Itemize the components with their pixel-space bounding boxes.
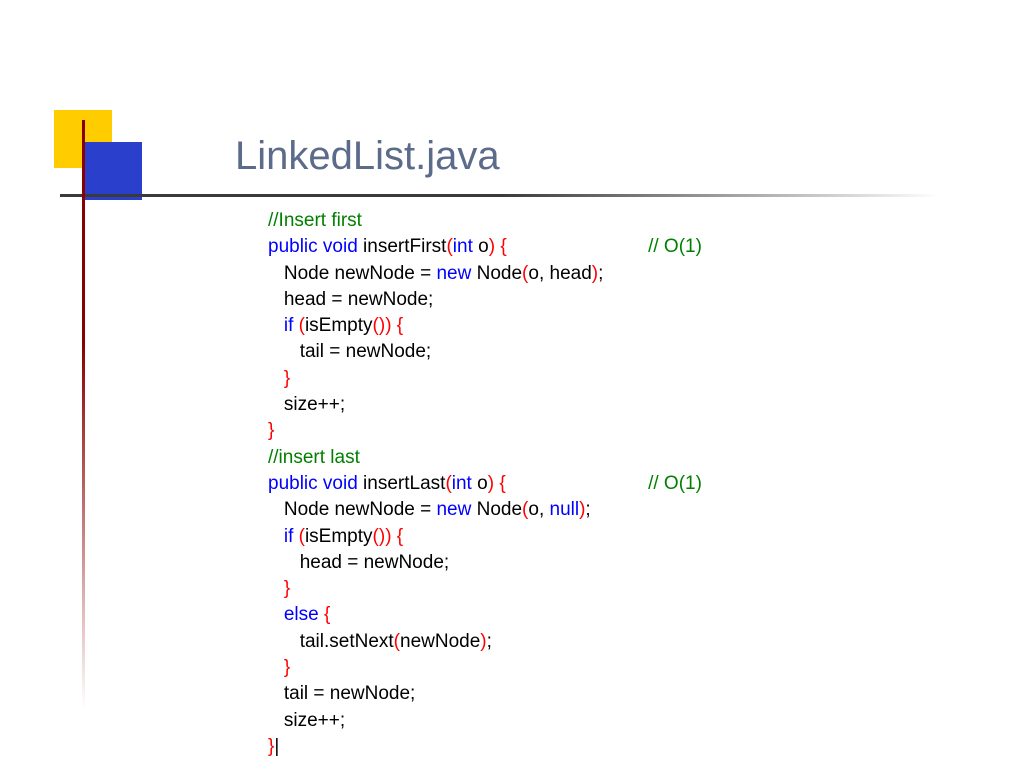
keyword: if xyxy=(284,315,294,336)
code-text: isEmpty xyxy=(305,526,373,547)
keyword: null xyxy=(550,499,580,520)
code-text: o xyxy=(473,236,489,257)
code-text: ; xyxy=(598,263,603,284)
keyword: int xyxy=(453,236,473,257)
code-text: Node xyxy=(471,263,522,284)
code-text: newNode xyxy=(400,631,480,652)
vertical-rule xyxy=(82,120,85,710)
code-text: insertFirst xyxy=(358,236,447,257)
brace: { xyxy=(397,315,403,336)
keyword: int xyxy=(452,473,472,494)
code-text: head = newNode; xyxy=(300,552,449,573)
code-text: Node newNode = xyxy=(284,499,437,520)
code-text: o, head xyxy=(528,263,591,284)
square-blue xyxy=(84,142,142,200)
comment: // O(1) xyxy=(648,236,702,257)
code-text: ; xyxy=(487,631,492,652)
code-text: head = newNode; xyxy=(284,289,433,310)
code-text xyxy=(506,473,648,494)
brace: } xyxy=(284,368,290,389)
cursor: | xyxy=(274,736,279,757)
comment: //insert last xyxy=(268,447,360,468)
keyword: else xyxy=(284,604,319,625)
code-text: tail.setNext xyxy=(300,631,394,652)
code-text: tail = newNode; xyxy=(300,341,432,362)
keyword: new xyxy=(436,263,471,284)
brace: } xyxy=(268,420,274,441)
code-text: Node xyxy=(471,499,522,520)
code-block: //Insert first public void insertFirst(i… xyxy=(268,208,702,760)
code-text: Node newNode = xyxy=(284,263,437,284)
keyword: public void xyxy=(268,473,358,494)
keyword: if xyxy=(284,526,294,547)
code-text: insertLast xyxy=(358,473,446,494)
paren: () xyxy=(373,315,386,336)
code-text xyxy=(507,236,648,257)
paren: () xyxy=(373,526,386,547)
comment: // O(1) xyxy=(648,473,702,494)
brace: { xyxy=(324,604,330,625)
keyword: new xyxy=(436,499,471,520)
brace: } xyxy=(284,657,290,678)
slide: LinkedList.java //Insert first public vo… xyxy=(0,0,1024,768)
code-text: o xyxy=(472,473,488,494)
page-title: LinkedList.java xyxy=(235,134,500,179)
code-text: ; xyxy=(585,499,590,520)
code-text: size++; xyxy=(284,394,345,415)
keyword: public void xyxy=(268,236,358,257)
brace: } xyxy=(284,578,290,599)
horizontal-rule xyxy=(60,194,940,197)
code-text: size++; xyxy=(284,710,345,731)
decorative-squares xyxy=(40,110,160,230)
comment: //Insert first xyxy=(268,210,362,231)
code-text: isEmpty xyxy=(305,315,373,336)
code-text: tail = newNode; xyxy=(284,683,416,704)
brace: { xyxy=(397,526,403,547)
code-text: o, xyxy=(528,499,549,520)
